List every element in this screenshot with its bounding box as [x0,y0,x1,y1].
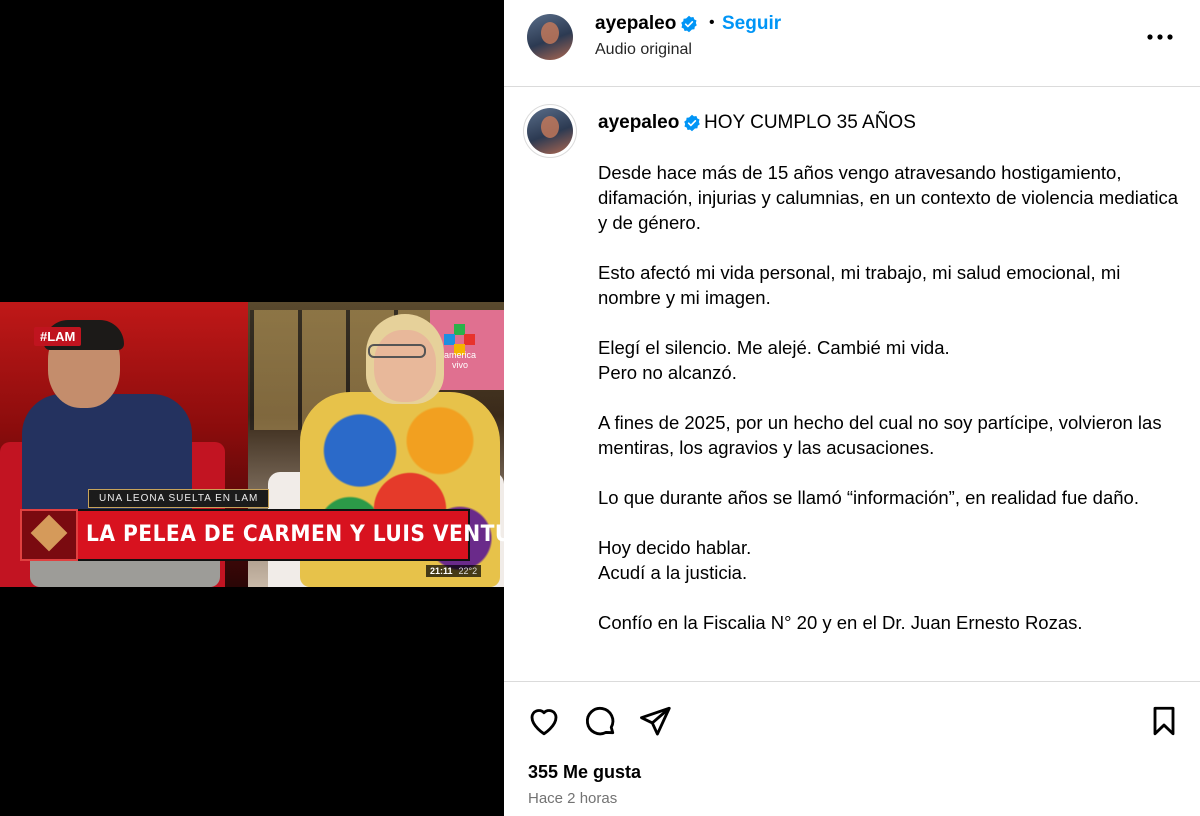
clock-time: 21:11 [430,566,453,576]
action-bar [504,683,1200,743]
show-hashtag: #LAM [34,327,82,346]
post-media[interactable]: #LAM america vivo UNA LEONA SUELTA EN LA… [0,0,504,816]
author-username[interactable]: ayepaleo [595,13,676,35]
share-icon[interactable] [637,703,673,739]
caption-paragraph: Lo que durante años se llamó “informació… [598,487,1139,508]
likes-count[interactable]: 355 Me gusta [528,762,641,783]
more-options-icon[interactable] [1140,22,1180,52]
clock-temperature: 22°2 [458,566,478,576]
caption-text: Desde hace más de 15 años vengo atravesa… [598,160,1178,635]
guest-figure-face [374,330,436,402]
comment-icon[interactable] [582,703,618,739]
caption-paragraph: Elegí el silencio. Me alejé. Cambié mi v… [598,337,950,383]
verified-badge-icon [681,15,697,33]
caption-section: ayepaleo HOY CUMPLO 35 AÑOS Desde hace m… [504,88,1200,682]
broadcast-clock: 21:11 22°2 [426,565,482,577]
bookmark-icon[interactable] [1146,703,1182,739]
guest-figure-glasses [368,344,426,358]
post-timestamp[interactable]: Hace 2 horas [528,790,617,807]
caption-paragraph: Hoy decido hablar. Acudí a la justicia. [598,537,752,583]
caption-paragraph: A fines de 2025, por un hecho del cual n… [598,412,1162,458]
post-side-panel: ayepaleo • Seguir Audio original ayepale… [504,0,1200,816]
heart-icon[interactable] [526,703,562,739]
instagram-post-view: #LAM america vivo UNA LEONA SUELTA EN LA… [0,0,1200,816]
caption-paragraph: Esto afectó mi vida personal, mi trabajo… [598,262,1121,308]
follow-button[interactable]: Seguir [722,13,781,35]
lower-third-kicker: UNA LEONA SUELTA EN LAM [88,489,270,508]
channel-logo-text: america vivo [443,350,476,370]
lower-third-title: LA PELEA DE CARMEN Y LUIS VENTURA [86,522,504,547]
verified-badge-icon [684,114,700,132]
audio-link[interactable]: Audio original [595,41,692,59]
header-separator: • [709,14,715,31]
caption-username[interactable]: ayepaleo [598,112,679,134]
caption-title: HOY CUMPLO 35 AÑOS [704,112,916,133]
video-frame[interactable]: #LAM america vivo UNA LEONA SUELTA EN LA… [0,302,504,587]
caption-paragraph: Confío en la Fiscalia N° 20 y en el Dr. … [598,612,1083,633]
caption-paragraph: Desde hace más de 15 años vengo atravesa… [598,162,1178,233]
post-header: ayepaleo • Seguir Audio original [504,0,1200,87]
author-avatar[interactable] [527,14,573,60]
caption-author-avatar[interactable] [527,108,573,154]
